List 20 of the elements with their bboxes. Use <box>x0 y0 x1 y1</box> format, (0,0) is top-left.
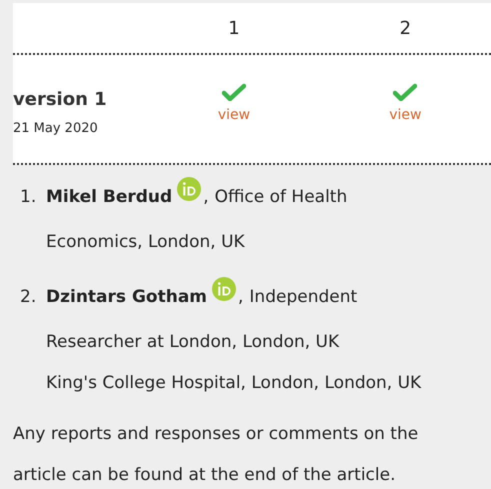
author-affiliation: Office of Health <box>214 186 348 209</box>
author-affiliation: Economics, London, UK <box>46 231 246 254</box>
author-number: 1. <box>20 186 38 209</box>
author-affiliation: King's College Hospital, London, London, UK <box>46 372 422 395</box>
version-date: 21 May 2020 <box>13 120 99 138</box>
version-label: version 1 <box>13 88 108 112</box>
author-name[interactable]: Mikel Berdud <box>46 177 172 218</box>
orcid-icon[interactable] <box>212 277 236 301</box>
column-header: 2 <box>398 16 412 40</box>
separator: , <box>238 286 244 309</box>
author-number: 2. <box>20 286 38 309</box>
view-link[interactable]: view <box>218 104 250 126</box>
author-affiliation: Independent <box>249 286 358 309</box>
view-link[interactable]: view <box>389 104 422 126</box>
column-header: 1 <box>227 16 241 40</box>
author-name[interactable]: Dzintars Gotham <box>46 277 208 318</box>
separator: , <box>203 186 209 209</box>
author-affiliation: Researcher at London, London, UK <box>46 331 340 354</box>
orcid-icon[interactable] <box>177 177 202 201</box>
reports-note: Any reports and responses or comments on the article can be found at the end of the article. <box>13 423 420 487</box>
